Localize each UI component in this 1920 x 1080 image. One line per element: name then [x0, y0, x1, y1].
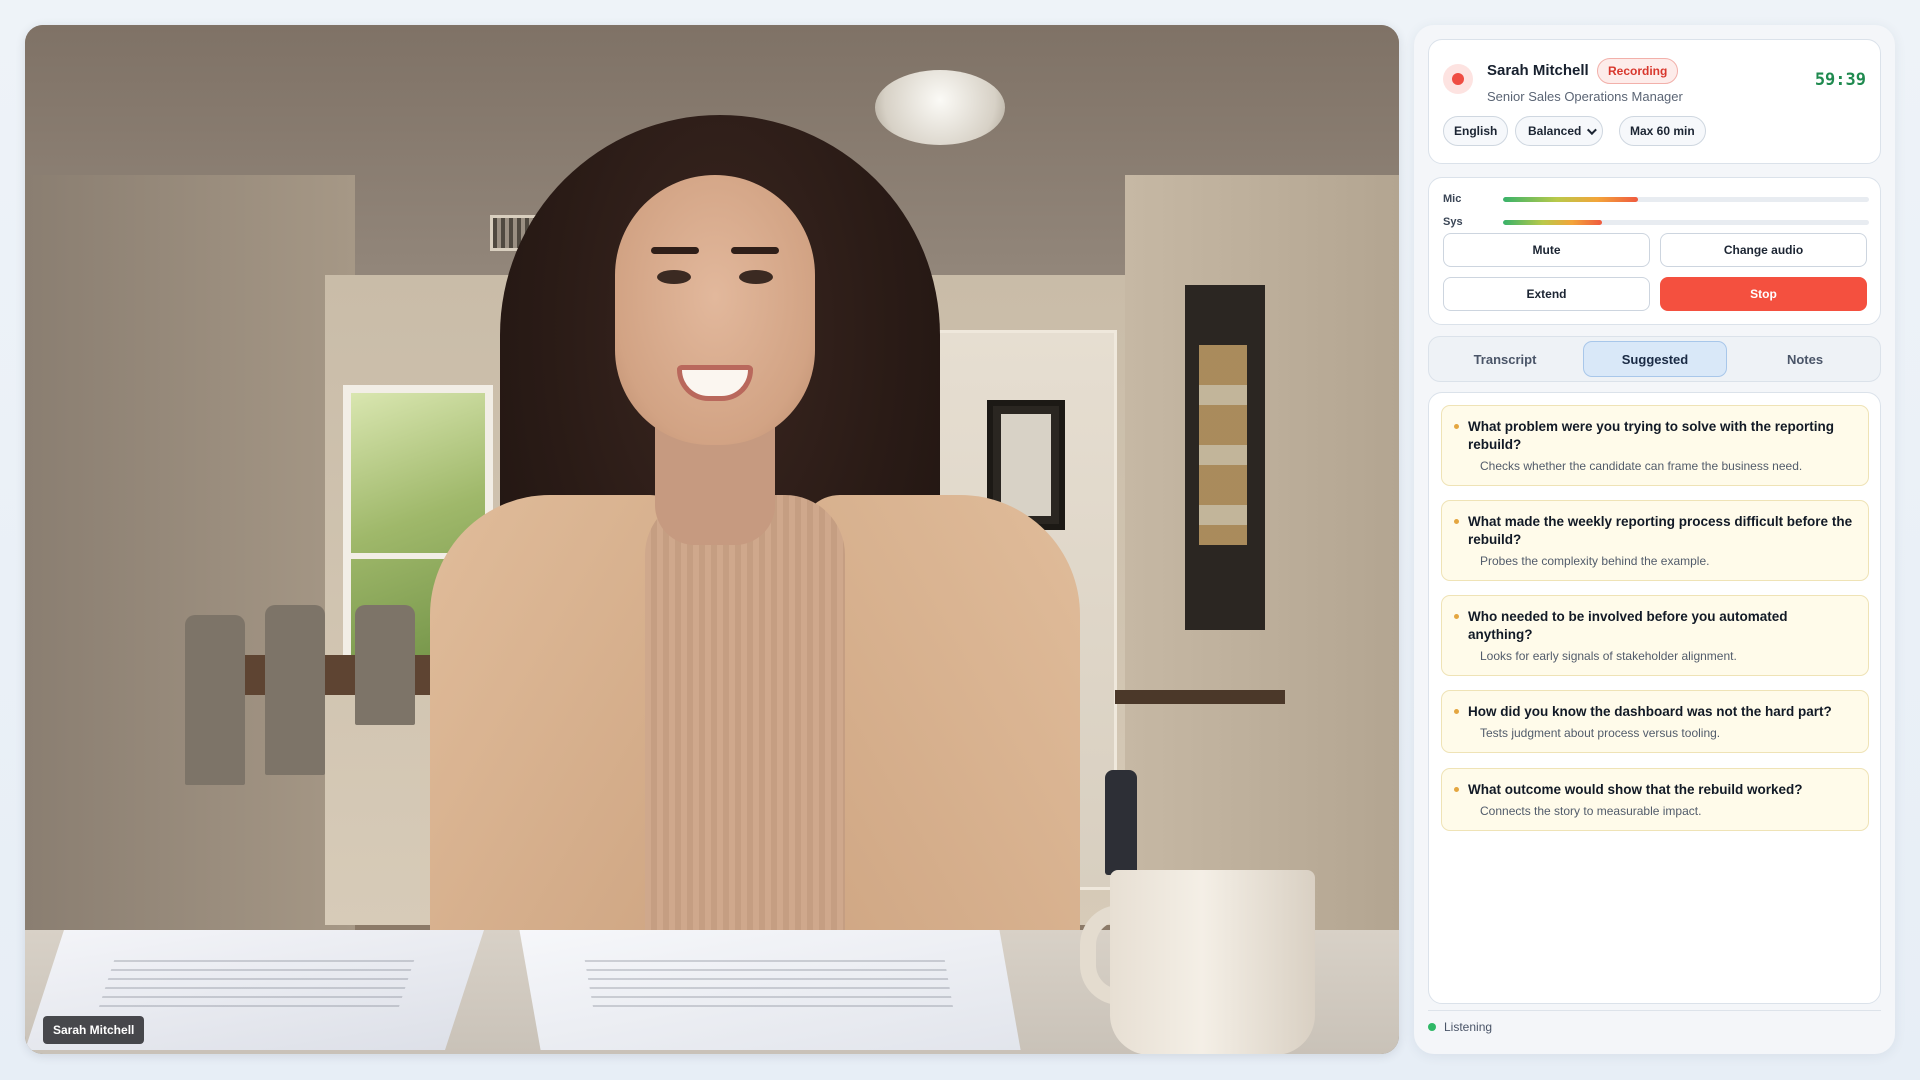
max-duration-label: Max 60 min — [1630, 124, 1695, 138]
recording-dot-icon — [1443, 64, 1473, 94]
coffee-mug — [1110, 870, 1315, 1054]
status-text: Listening — [1444, 1020, 1493, 1034]
suggestion-question: Who needed to be involved before you aut… — [1468, 609, 1788, 642]
sys-level-fill — [1503, 220, 1602, 225]
stop-button[interactable]: Stop — [1660, 277, 1867, 311]
mode-select[interactable]: Balanced — [1515, 116, 1604, 146]
status-divider — [1428, 1010, 1881, 1011]
suggested-questions-list: What problem were you trying to solve wi… — [1428, 392, 1881, 1004]
change-audio-button[interactable]: Change audio — [1660, 233, 1867, 267]
interview-sidebar: Sarah Mitchell Recording Senior Sales Op… — [1414, 25, 1895, 1054]
suggestion-item[interactable]: How did you know the dashboard was not t… — [1441, 690, 1869, 753]
suggestion-question: How did you know the dashboard was not t… — [1468, 704, 1832, 719]
mic-level-fill — [1503, 197, 1639, 202]
camera-scene — [25, 25, 1399, 1054]
candidate-header: Sarah Mitchell Recording Senior Sales Op… — [1428, 39, 1881, 164]
paper-stack — [519, 930, 1021, 1050]
panel-tabs: Transcript Suggested Notes — [1428, 336, 1881, 382]
mic-label: Mic — [1443, 193, 1462, 205]
suggestion-item[interactable]: What problem were you trying to solve wi… — [1441, 405, 1869, 486]
suggestion-hint: Looks for early signals of stakeholder a… — [1480, 649, 1737, 663]
suggestion-hint: Connects the story to measurable impact. — [1480, 804, 1702, 818]
extend-button[interactable]: Extend — [1443, 277, 1650, 311]
status-dot-icon — [1428, 1023, 1436, 1031]
suggestion-hint: Checks whether the candidate can frame t… — [1480, 459, 1803, 473]
video-feed: Sarah Mitchell — [25, 25, 1399, 1054]
recording-badge: Recording — [1597, 58, 1679, 84]
max-duration-chip[interactable]: Max 60 min — [1619, 116, 1706, 146]
sys-label: Sys — [1443, 216, 1463, 228]
candidate-name: Sarah Mitchell — [1487, 62, 1589, 79]
suggestion-hint: Tests judgment about process versus tool… — [1480, 726, 1721, 740]
listening-status: Listening — [1428, 1020, 1492, 1034]
participant-face — [615, 175, 815, 445]
sys-level-meter — [1503, 220, 1869, 225]
suggestion-question: What problem were you trying to solve wi… — [1468, 419, 1835, 452]
language-chip-label: English — [1454, 124, 1498, 138]
session-timer: 59:39 — [1814, 70, 1866, 90]
suggestion-item[interactable]: What outcome would show that the rebuild… — [1441, 768, 1869, 831]
tab-suggested[interactable]: Suggested — [1583, 341, 1727, 377]
audio-controls: Mic Sys Mute Change audio Extend Stop — [1428, 177, 1881, 325]
language-chip[interactable]: English — [1443, 116, 1509, 146]
candidate-role: Senior Sales Operations Manager — [1487, 89, 1683, 104]
mode-select-label: Balanced — [1528, 124, 1582, 138]
suggestion-item[interactable]: What made the weekly reporting process d… — [1441, 500, 1869, 581]
suggestion-question: What made the weekly reporting process d… — [1468, 514, 1853, 547]
suggestion-hint: Probes the complexity behind the example… — [1480, 554, 1710, 568]
suggestion-item[interactable]: Who needed to be involved before you aut… — [1441, 595, 1869, 676]
chevron-down-icon — [1587, 124, 1598, 135]
suggestion-question: What outcome would show that the rebuild… — [1468, 782, 1803, 797]
mute-button[interactable]: Mute — [1443, 233, 1650, 267]
mic-level-meter — [1503, 197, 1869, 202]
tab-transcript[interactable]: Transcript — [1433, 341, 1577, 377]
tab-notes[interactable]: Notes — [1733, 341, 1877, 377]
participant-name-label: Sarah Mitchell — [43, 1016, 145, 1044]
